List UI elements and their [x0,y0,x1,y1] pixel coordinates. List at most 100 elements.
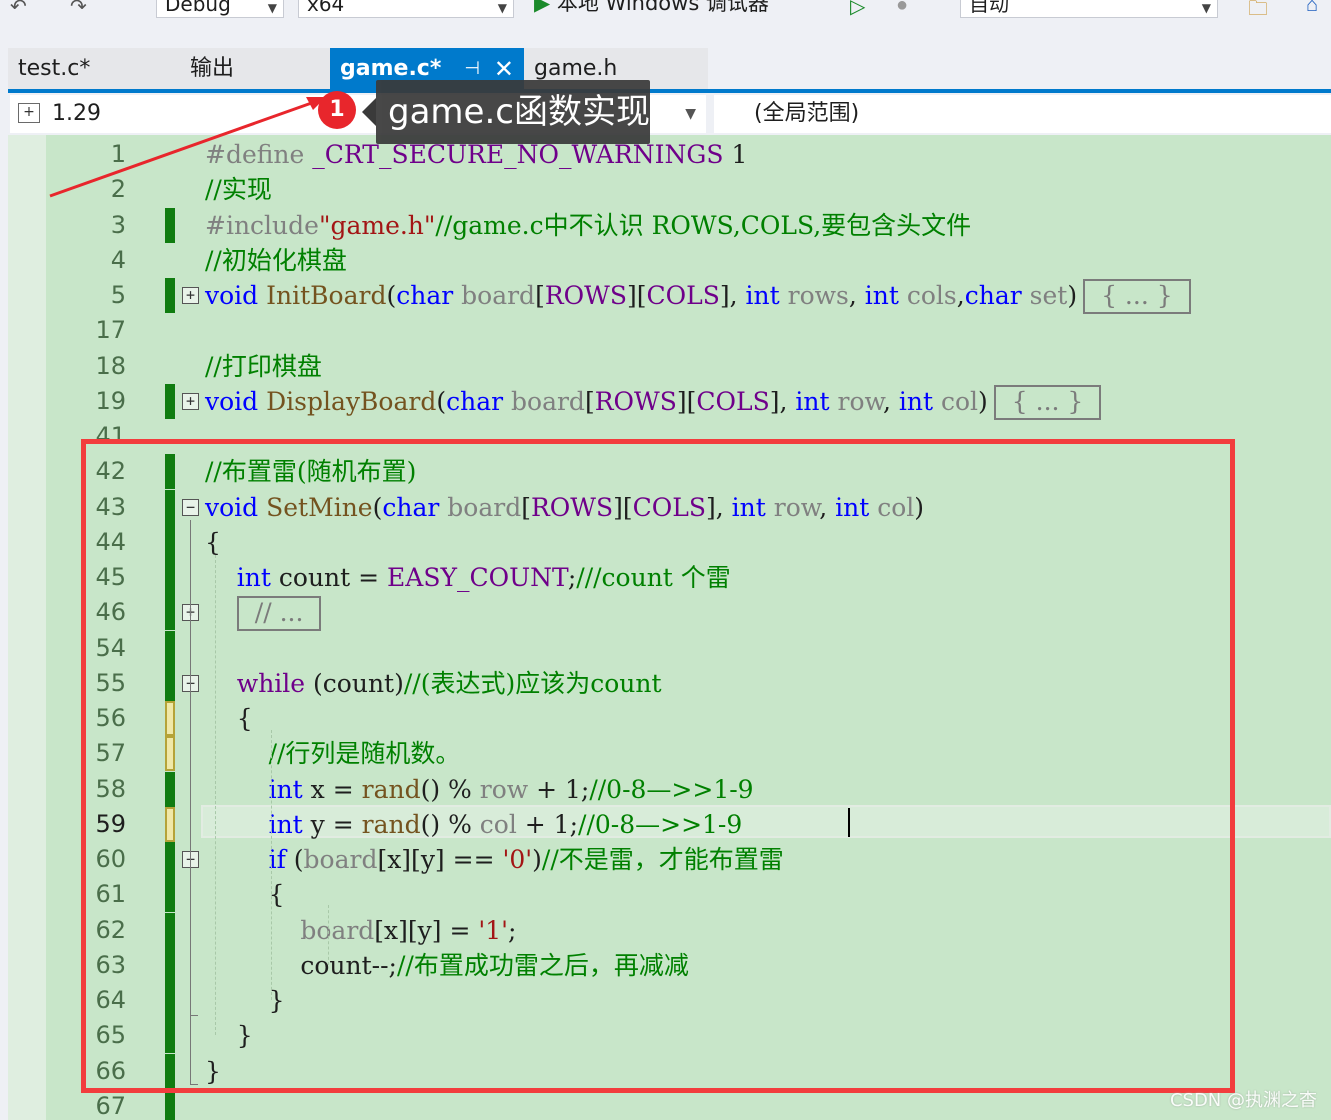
code-line[interactable]: 64 } [8,983,1331,1018]
saved-change-marker [165,665,175,701]
code-token: int [268,809,303,839]
code-line[interactable]: 5 + void InitBoard(char board[ROWS][COLS],… [8,278,1331,314]
scope-end [190,1084,198,1085]
code-token: ROWS [530,492,614,522]
folder-search-icon[interactable]: 🗀 [1248,0,1268,28]
code-token: () % [420,774,480,804]
code-line[interactable]: 63 count--;//布置成功雷之后，再减减 [8,947,1331,983]
mode-select[interactable]: 自动 ▼ [960,0,1218,18]
code-text: { [205,525,221,560]
code-text: int count = EASY_COUNT;///count 个雷 [205,560,731,595]
code-token: + 1; [528,774,590,804]
code-line[interactable]: 1 #define _CRT_SECURE_NO_WARNINGS 1 [8,137,1331,172]
code-token: char [382,492,440,522]
line-number: 18 [95,351,126,380]
run-debugger-button[interactable]: ▶ 本地 Windows 调试器 [534,0,769,18]
undo-icon[interactable]: ↶ [10,0,27,19]
code-token: } [205,1056,221,1086]
code-editor[interactable]: 1 #define _CRT_SECURE_NO_WARNINGS 1 2//实现 3… [8,135,1331,1120]
home-icon[interactable]: ⌂ [1306,0,1318,17]
code-line[interactable]: 19 + void DisplayBoard(char board[ROWS][CO… [8,383,1331,420]
code-line[interactable]: 4 //初始化棋盘 [8,243,1331,278]
code-line[interactable]: 2 //实现 [8,172,1331,207]
toolbar: ↶ ↷ Debug ▼ x64 ▼ ▶ 本地 Windows 调试器 ▷ ● 自… [0,0,1331,22]
code-line[interactable]: 58 int x = rand() % row + 1;//0-8—>>1-9 [8,771,1331,807]
code-token: rand [361,809,421,839]
collapsed-region[interactable]: { ... } [1083,279,1191,314]
code-line[interactable]: 67 [8,1088,1331,1120]
code-line[interactable]: 46 + // ... [8,595,1331,632]
tab-output[interactable]: 输出 [180,48,330,90]
code-line[interactable]: 62 board[x][y] = '1'; [8,912,1331,948]
code-token: rand [361,774,421,804]
config-select[interactable]: Debug ▼ [156,0,284,18]
line-number: 66 [95,1056,126,1085]
code-line[interactable]: 41 [8,419,1331,454]
code-line[interactable]: 65 } [8,1018,1331,1054]
scope-select[interactable]: (全局范围) [714,95,1331,133]
code-token: [ [584,386,595,416]
code-token: "game.h" [318,210,436,240]
saved-change-marker [165,1053,175,1089]
saved-change-marker [165,771,175,807]
code-token: int [835,492,870,522]
code-line[interactable]: 54 [8,630,1331,666]
collapse-icon[interactable]: − [182,498,199,516]
code-token: ][ [676,386,697,416]
scope-line [190,696,191,1016]
tab-test-c[interactable]: test.c* [8,48,180,90]
line-number: 46 [95,598,126,627]
code-line[interactable]: 66} [8,1053,1331,1089]
code-text: { [205,877,285,912]
code-token: ][ [626,281,647,310]
record-icon[interactable]: ● [896,0,908,17]
scope-end [190,1015,198,1016]
code-line[interactable]: 43 − void SetMine(char board[ROWS][COLS], … [8,489,1331,525]
collapsed-region[interactable]: { ... } [993,384,1102,420]
code-text: board[x][y] = '1'; [205,913,516,948]
code-token: , [848,281,865,310]
text-caret [848,808,850,837]
code-line[interactable]: 56 { [8,701,1331,736]
code-line[interactable]: 59 int y = rand() % col + 1;//0-8—>>1-9 [8,806,1331,842]
unsaved-change-marker [165,701,175,736]
platform-select[interactable]: x64 ▼ [298,0,514,18]
line-number: 44 [95,527,126,556]
code-text: //打印棋盘 [205,349,322,384]
saved-change-marker [165,489,175,525]
code-token: #define [205,140,313,169]
code-token: y = [302,809,362,839]
code-line[interactable]: 3 #include"game.h"//game.c中不认识 ROWS,COLS,… [8,207,1331,243]
code-line[interactable]: 42 //布置雷(随机布置) [8,454,1331,490]
code-line[interactable]: 18 //打印棋盘 [8,349,1331,384]
line-number: 60 [95,845,126,873]
code-line[interactable]: 57 //行列是随机数。 [8,736,1331,772]
code-token: board [303,845,378,874]
mode-value: 自动 [969,0,1009,16]
code-token: //game.c中不认识 ROWS,COLS,要包含头文件 [435,210,972,240]
code-token: //布置成功雷之后，再减减 [396,950,689,980]
code-line[interactable]: 55− while (count)//(表达式)应该为count [8,665,1331,701]
saved-change-marker [165,524,175,560]
code-line[interactable]: 45 int count = EASY_COUNT;///count 个雷 [8,560,1331,595]
code-text: //行列是随机数。 [205,736,461,771]
expand-icon[interactable]: + [182,392,199,410]
saved-change-marker [165,454,175,490]
chevron-down-icon: ▼ [685,106,696,122]
line-number: 54 [95,633,126,662]
code-line[interactable]: 60− if (board[x][y] == '0')//不是雷，才能布置雷 [8,842,1331,877]
expand-icon[interactable]: + [182,287,199,304]
collapsed-region[interactable]: // ... [236,596,322,632]
code-line[interactable]: 61 { [8,877,1331,913]
play-outline-icon[interactable]: ▷ [850,0,865,19]
redo-icon[interactable]: ↷ [70,0,87,19]
code-text: if (board[x][y] == '0')//不是雷，才能布置雷 [205,842,784,877]
code-text: #include"game.h"//game.c中不认识 ROWS,COLS,要… [205,208,971,243]
code-line[interactable]: 17 [8,313,1331,348]
code-token: ( [372,492,383,522]
saved-change-marker [165,278,175,313]
code-line[interactable]: 44 { [8,524,1331,560]
